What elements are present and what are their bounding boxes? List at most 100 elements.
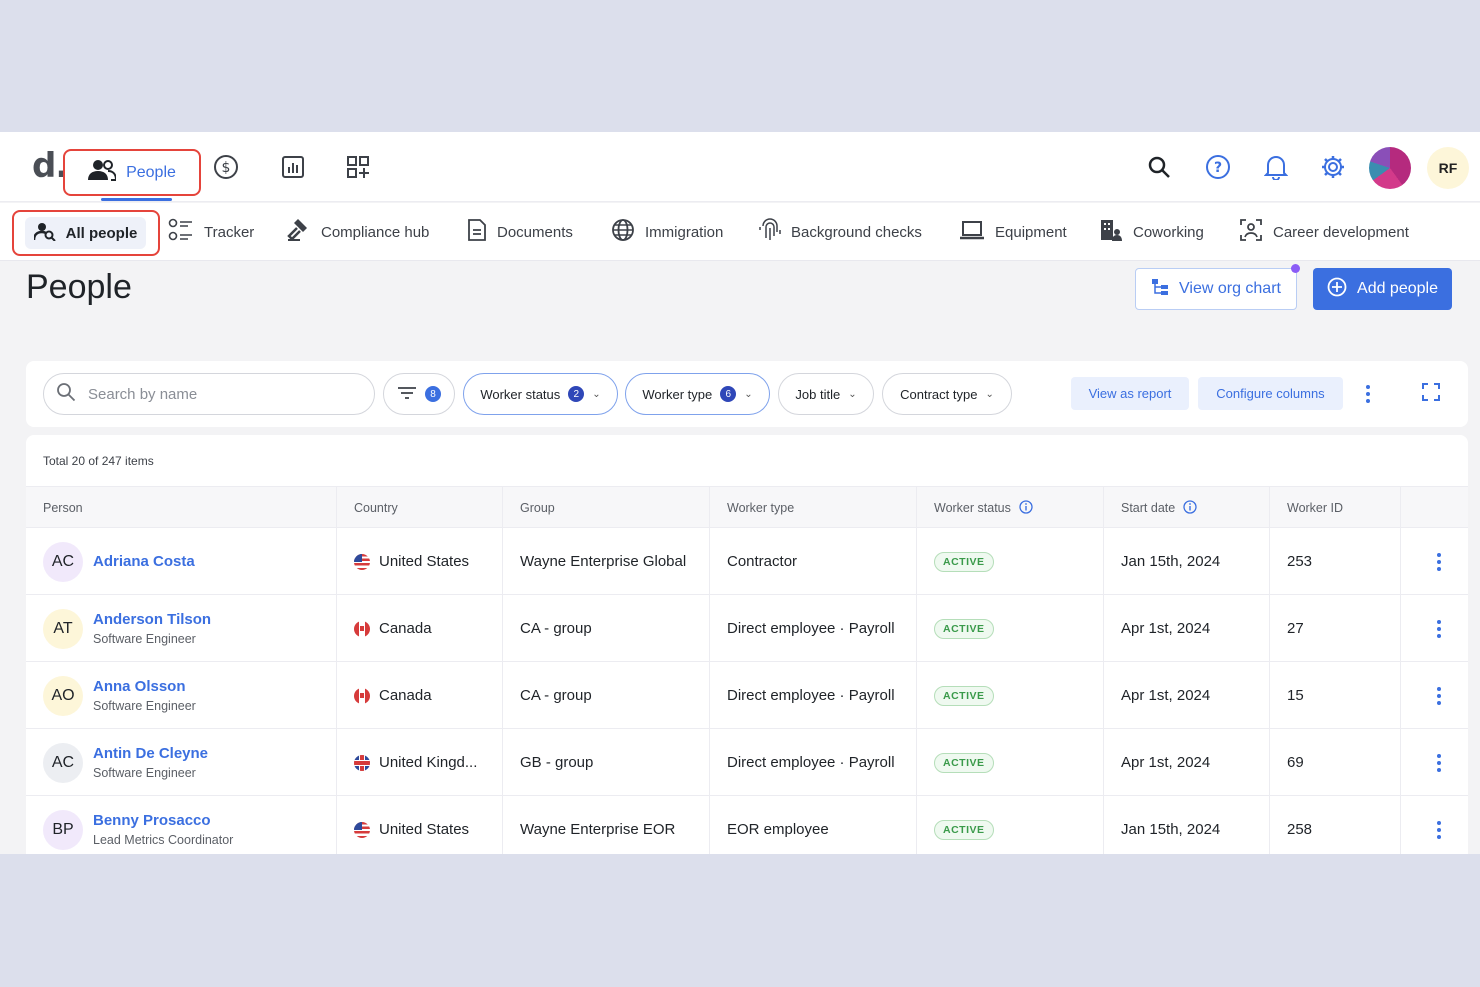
table-row[interactable]: AC Antin De Cleyne Software Engineer United… [26,729,1468,796]
payments-icon[interactable]: $ [213,154,239,180]
filter-bar: 8 Worker status 2 ⌄ Worker type 6 ⌄ Job … [26,361,1468,427]
apps-add-icon[interactable] [345,154,371,180]
cell-worker-id: 253 [1270,528,1401,595]
user-avatar[interactable]: RF [1427,147,1469,189]
worker-type-filter-label: Worker type [642,386,713,402]
contract-type-filter[interactable]: Contract type ⌄ [882,373,1012,415]
worker-type-count-badge: 6 [720,386,737,402]
avatar[interactable]: AC [43,541,83,582]
worker-type-filter[interactable]: Worker type 6 ⌄ [625,373,770,415]
avatar[interactable]: AC [43,742,83,783]
nav-people[interactable]: People [63,149,201,196]
column-country[interactable]: Country [337,487,503,529]
search-box[interactable] [43,373,375,415]
view-as-report-button[interactable]: View as report [1071,377,1189,410]
row-actions-icon[interactable] [1431,729,1447,796]
table-row[interactable]: AO Anna Olsson Software Engineer Canada CA -… [26,662,1468,729]
laptop-icon [959,219,985,245]
tab-background-checks-label: Background checks [791,223,922,241]
sub-navigation: All people Tracker Compliance hub Docume… [0,203,1480,261]
top-bar: d. People $ ? RF [0,132,1480,202]
fullscreen-icon[interactable] [1422,383,1440,401]
filter-button[interactable]: 8 [383,373,455,415]
person-name-link[interactable]: Adriana Costa [93,553,195,570]
cell-person: AC Adriana Costa [26,528,337,595]
person-name-link[interactable]: Anderson Tilson [93,611,211,628]
worker-status-count-badge: 2 [568,386,585,402]
tab-background-checks[interactable]: Background checks [759,203,922,261]
globe-icon [611,218,635,246]
table-row[interactable]: AT Anderson Tilson Software Engineer Canada… [26,595,1468,662]
flag-us-icon [354,553,370,570]
person-name-link[interactable]: Antin De Cleyne [93,745,208,762]
cell-start-date: Jan 15th, 2024 [1104,528,1270,595]
cell-worker-type: Contractor [710,528,917,595]
document-icon [467,218,487,246]
company-avatar[interactable] [1369,147,1411,189]
tab-compliance-hub[interactable]: Compliance hub [287,203,429,261]
country-name: United States [379,553,470,570]
flag-gb-icon [354,754,370,771]
cell-worker-status: ACTIVE [917,796,1104,854]
status-badge: ACTIVE [934,819,994,840]
person-info: Adriana Costa [93,553,195,570]
row-actions-icon[interactable] [1431,662,1447,729]
status-badge: ACTIVE [934,551,994,572]
checklist-icon [168,218,194,246]
cell-country: Canada [337,662,503,729]
column-person[interactable]: Person [26,487,337,529]
column-group[interactable]: Group [503,487,710,529]
cell-group: CA - group [503,595,710,662]
info-icon[interactable] [1183,499,1197,517]
tab-documents[interactable]: Documents [467,203,573,261]
filter-count-badge: 8 [425,386,441,402]
column-start-date[interactable]: Start date [1104,487,1270,529]
tab-coworking[interactable]: Coworking [1099,203,1204,261]
person-name-link[interactable]: Anna Olsson [93,678,196,695]
column-worker-type[interactable]: Worker type [710,487,917,529]
bell-icon[interactable] [1263,154,1289,180]
tab-equipment[interactable]: Equipment [959,203,1067,261]
filter-icon [397,386,417,403]
person-name-link[interactable]: Benny Prosacco [93,812,233,829]
tab-all-people[interactable]: All people [25,217,146,249]
nav-active-indicator [101,198,172,201]
tab-career-development[interactable]: Career development [1239,203,1409,261]
tab-tracker[interactable]: Tracker [168,203,254,261]
add-people-button[interactable]: Add people [1313,268,1452,310]
tab-immigration[interactable]: Immigration [611,203,723,261]
people-icon [88,159,118,186]
search-input[interactable] [88,385,348,403]
worker-status-filter[interactable]: Worker status 2 ⌄ [463,373,618,415]
reports-icon[interactable] [280,154,306,180]
job-title-filter[interactable]: Job title ⌄ [778,373,874,415]
configure-columns-button[interactable]: Configure columns [1198,377,1343,410]
avatar[interactable]: AT [43,608,83,649]
person-info: Benny Prosacco Lead Metrics Coordinator [93,812,233,847]
tab-documents-label: Documents [497,223,573,241]
view-org-chart-button[interactable]: View org chart [1135,268,1297,310]
cell-country: United Kingd... [337,729,503,796]
cell-worker-id: 27 [1270,595,1401,662]
row-actions-icon[interactable] [1431,595,1447,662]
tab-tracker-label: Tracker [204,223,255,241]
tab-all-people-label: All people [65,224,138,242]
gear-icon[interactable] [1320,154,1346,180]
people-table: Total 20 of 247 items Person Country Gro… [26,435,1468,854]
logo[interactable]: d. [32,146,68,186]
more-options-icon[interactable] [1361,381,1375,407]
plus-circle-icon [1327,277,1347,302]
info-icon[interactable] [1019,499,1033,517]
avatar[interactable]: AO [43,675,83,716]
table-row[interactable]: AC Adriana Costa United States Wayne Enterp… [26,528,1468,595]
column-worker-status[interactable]: Worker status [917,487,1104,529]
row-actions-icon[interactable] [1431,528,1447,595]
help-icon[interactable]: ? [1205,154,1231,180]
column-worker-id[interactable]: Worker ID [1270,487,1401,529]
status-badge: ACTIVE [934,618,994,639]
avatar[interactable]: BP [43,809,83,850]
cell-person: AT Anderson Tilson Software Engineer [26,595,337,662]
search-icon[interactable] [1146,154,1172,180]
row-actions-icon[interactable] [1431,796,1447,854]
table-row[interactable]: BP Benny Prosacco Lead Metrics Coordinator… [26,796,1468,854]
